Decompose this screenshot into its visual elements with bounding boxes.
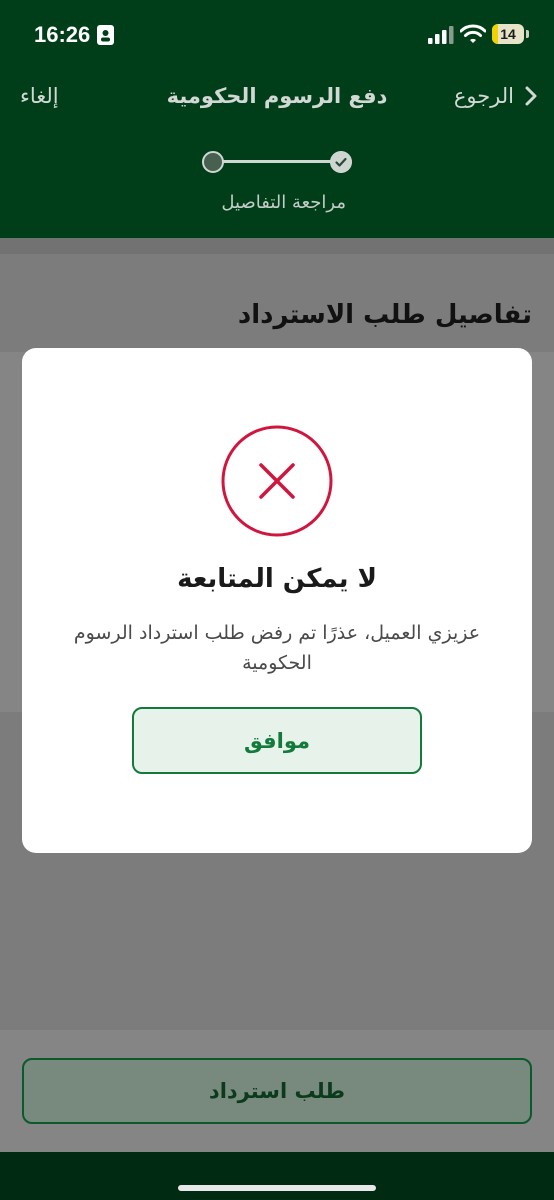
- step-label: مراجعة التفاصيل: [221, 192, 346, 213]
- status-time: 16:26: [34, 22, 91, 47]
- bottom-bar: [0, 1152, 554, 1200]
- divider-strip: [0, 238, 554, 254]
- back-button[interactable]: الرجوع: [454, 84, 538, 108]
- check-icon: [330, 151, 352, 173]
- wifi-icon: [460, 24, 486, 43]
- back-label: الرجوع: [453, 84, 514, 108]
- dialog-message: عزيزي العميل، عذرًا تم رفض طلب استرداد ا…: [73, 622, 481, 674]
- battery-percent: 14: [500, 26, 516, 42]
- progress-stepper: [200, 150, 356, 174]
- chevron-right-icon: [525, 86, 537, 106]
- error-dialog: لا يمكن المتابعة عزيزي العميل، عذرًا تم …: [22, 348, 532, 853]
- battery-icon: 14: [492, 24, 524, 44]
- app-header: 16:26 14 إلغاء دفع الرسوم الحكومية الرجو…: [0, 0, 554, 238]
- stepper-current-step: [202, 151, 224, 173]
- refund-request-button[interactable]: طلب استرداد: [22, 1058, 532, 1124]
- battery-cap: [526, 30, 529, 38]
- ok-button[interactable]: موافق: [132, 707, 422, 774]
- home-indicator: [178, 1185, 376, 1191]
- error-x-icon: [221, 425, 333, 537]
- signal-icon: [428, 26, 454, 44]
- section-title: تفاصيل طلب الاسترداد: [237, 300, 532, 330]
- dialog-title: لا يمكن المتابعة: [177, 564, 377, 594]
- id-card-icon: [97, 25, 114, 45]
- status-bar: 16:26 14: [0, 0, 554, 70]
- stepper-line: [222, 160, 334, 163]
